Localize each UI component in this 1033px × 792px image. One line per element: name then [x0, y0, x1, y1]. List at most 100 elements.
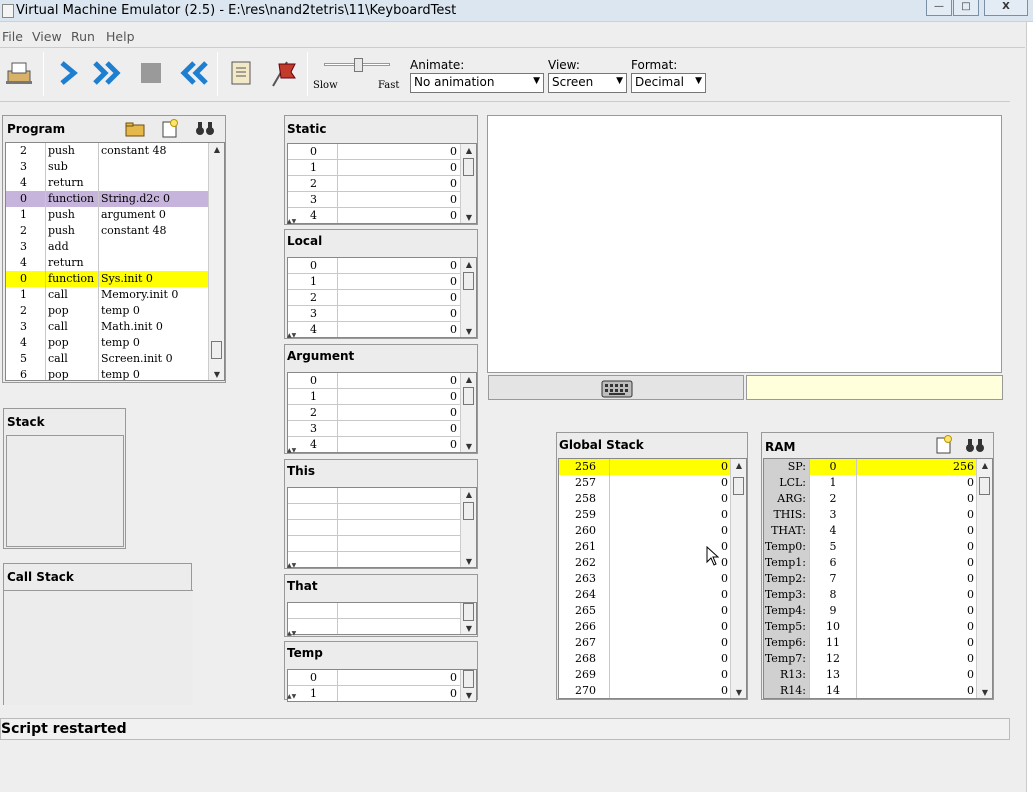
table-row[interactable]: 20 — [288, 290, 462, 306]
scrollbar-thumb[interactable] — [463, 670, 474, 688]
program-table[interactable]: 2 push constant 48 3 sub 4 return 0 function Stri… — [5, 142, 225, 381]
menu-help[interactable]: Help — [106, 29, 135, 44]
table-row[interactable] — [288, 536, 462, 552]
scrollbar-thumb[interactable] — [211, 341, 222, 359]
scrollbar[interactable]: ▲▼ — [460, 670, 476, 701]
table-row[interactable]: LCL: 1 0 — [764, 475, 977, 491]
table-row[interactable]: 40 — [288, 437, 462, 452]
local-segment-table[interactable]: 0 0 1 0 2 0 3 0 4 0 ▲ ▼ — [287, 257, 477, 338]
scroll-down-icon[interactable]: ▼ — [461, 211, 476, 223]
table-row[interactable]: 40 — [288, 322, 462, 337]
table-row[interactable]: Temp6: 11 0 — [764, 635, 977, 651]
table-row[interactable]: 20 — [288, 176, 462, 192]
stop-button[interactable] — [135, 56, 167, 90]
new-file-icon[interactable] — [934, 435, 954, 455]
table-row[interactable]: Temp4: 9 0 — [764, 603, 977, 619]
table-row[interactable]: 267 0 — [559, 635, 731, 651]
split-handle-icon[interactable]: ▲▼ — [287, 218, 296, 225]
table-row[interactable]: 257 0 — [559, 475, 731, 491]
table-row[interactable]: 258 0 — [559, 491, 731, 507]
table-row[interactable]: 30 — [288, 421, 462, 437]
speed-slider-thumb[interactable] — [354, 58, 363, 72]
table-row[interactable]: 5 call Screen.init 0 — [6, 351, 210, 367]
scroll-down-icon[interactable]: ▼ — [731, 686, 746, 698]
scroll-down-icon[interactable]: ▼ — [461, 689, 476, 701]
table-row[interactable]: 10 — [288, 160, 462, 176]
table-row[interactable]: 0 function String.d2c 0 — [6, 191, 210, 207]
split-handle-icon[interactable]: ▲▼ — [287, 332, 296, 339]
keyboard-button[interactable] — [488, 375, 744, 400]
table-row[interactable]: 263 0 — [559, 571, 731, 587]
scrollbar[interactable]: ▲▼ — [976, 459, 992, 698]
table-row[interactable]: 2 pop temp 0 — [6, 303, 210, 319]
table-row[interactable]: R13: 13 0 — [764, 667, 977, 683]
binoculars-icon[interactable] — [195, 120, 215, 136]
table-row[interactable]: 00 — [288, 670, 462, 686]
table-row[interactable]: 3 sub — [6, 159, 210, 175]
table-row[interactable] — [288, 603, 462, 619]
table-row[interactable]: 270 0 — [559, 683, 731, 698]
scrollbar[interactable]: ▲▼ — [460, 603, 476, 634]
scroll-up-icon[interactable]: ▲ — [461, 144, 476, 158]
split-handle-icon[interactable]: ▲▼ — [287, 562, 296, 569]
run-button[interactable] — [91, 56, 123, 90]
table-row[interactable] — [288, 504, 462, 520]
table-row[interactable]: SP: 0 256 — [764, 459, 977, 475]
scrollbar-thumb[interactable] — [463, 158, 474, 176]
table-row[interactable]: R14: 14 0 — [764, 683, 977, 698]
table-row[interactable]: 10 — [288, 686, 462, 701]
table-row[interactable]: ARG: 2 0 — [764, 491, 977, 507]
menu-view[interactable]: View — [32, 29, 62, 44]
table-row[interactable]: 00 — [288, 373, 462, 389]
scroll-up-icon[interactable]: ▲ — [209, 143, 224, 157]
that-segment-table[interactable]: ▲▼ — [287, 602, 477, 635]
table-row[interactable]: 1 call Memory.init 0 — [6, 287, 210, 303]
scrollbar[interactable]: ▲▼ — [460, 144, 476, 223]
table-row[interactable]: 265 0 — [559, 603, 731, 619]
scrollbar[interactable]: ▲▼ — [208, 143, 224, 380]
table-row[interactable]: 260 0 — [559, 523, 731, 539]
table-row[interactable]: Temp2: 7 0 — [764, 571, 977, 587]
binoculars-icon[interactable] — [965, 437, 985, 453]
split-handle-icon[interactable]: ▲▼ — [287, 447, 296, 454]
table-row[interactable]: Temp3: 8 0 — [764, 587, 977, 603]
table-row[interactable]: 269 0 — [559, 667, 731, 683]
menu-run[interactable]: Run — [71, 29, 95, 44]
scrollbar-thumb[interactable] — [979, 477, 990, 495]
load-program-button[interactable] — [3, 56, 35, 90]
scroll-up-icon[interactable]: ▲ — [977, 459, 992, 473]
split-handle-icon[interactable]: ▲▼ — [287, 693, 296, 700]
table-row[interactable]: 4 return — [6, 175, 210, 191]
argument-segment-table[interactable]: 0 0 1 0 2 0 3 0 4 0 ▲ ▼ — [287, 372, 477, 453]
scroll-down-icon[interactable]: ▼ — [461, 622, 476, 634]
table-row[interactable]: 6 pop temp 0 — [6, 367, 210, 380]
table-row[interactable]: Temp0: 5 0 — [764, 539, 977, 555]
maximize-button[interactable]: □ — [953, 0, 979, 16]
table-row[interactable]: 00 — [288, 144, 462, 160]
table-row[interactable]: THAT: 4 0 — [764, 523, 977, 539]
scrollbar-thumb[interactable] — [463, 603, 474, 621]
scrollbar-thumb[interactable] — [463, 387, 474, 405]
new-file-icon[interactable] — [161, 119, 179, 138]
split-handle-icon[interactable]: ▲▼ — [287, 630, 296, 637]
table-row[interactable]: 0 function Sys.init 0 — [6, 271, 210, 287]
temp-segment-table[interactable]: 0010▲▼ — [287, 669, 477, 702]
scroll-down-icon[interactable]: ▼ — [461, 555, 476, 567]
this-segment-table[interactable]: ▲ ▼ — [287, 487, 477, 568]
table-row[interactable]: 10 — [288, 389, 462, 405]
table-row[interactable]: THIS: 3 0 — [764, 507, 977, 523]
scroll-down-icon[interactable]: ▼ — [461, 325, 476, 337]
static-segment-table[interactable]: 0 0 1 0 2 0 3 0 4 0 ▲ ▼ — [287, 143, 477, 224]
table-row[interactable]: 4 pop temp 0 — [6, 335, 210, 351]
global-stack-table[interactable]: 256 0 257 0 258 0 259 0 260 0 261 0 262 0 263 0 264 0 265 0… — [558, 458, 747, 699]
table-row[interactable]: 268 0 — [559, 651, 731, 667]
table-row[interactable]: Temp5: 10 0 — [764, 619, 977, 635]
scroll-up-icon[interactable]: ▲ — [731, 459, 746, 473]
table-row[interactable]: 00 — [288, 258, 462, 274]
table-row[interactable]: 3 add — [6, 239, 210, 255]
ram-table[interactable]: SP: 0 256 LCL: 1 0 ARG: 2 0 THIS: 3 0 THAT: 4 0 Temp0: 5… — [763, 458, 993, 699]
table-row[interactable]: 30 — [288, 192, 462, 208]
table-row[interactable]: 2 push constant 48 — [6, 143, 210, 159]
table-row[interactable]: 3 call Math.init 0 — [6, 319, 210, 335]
scroll-up-icon[interactable]: ▲ — [461, 258, 476, 272]
